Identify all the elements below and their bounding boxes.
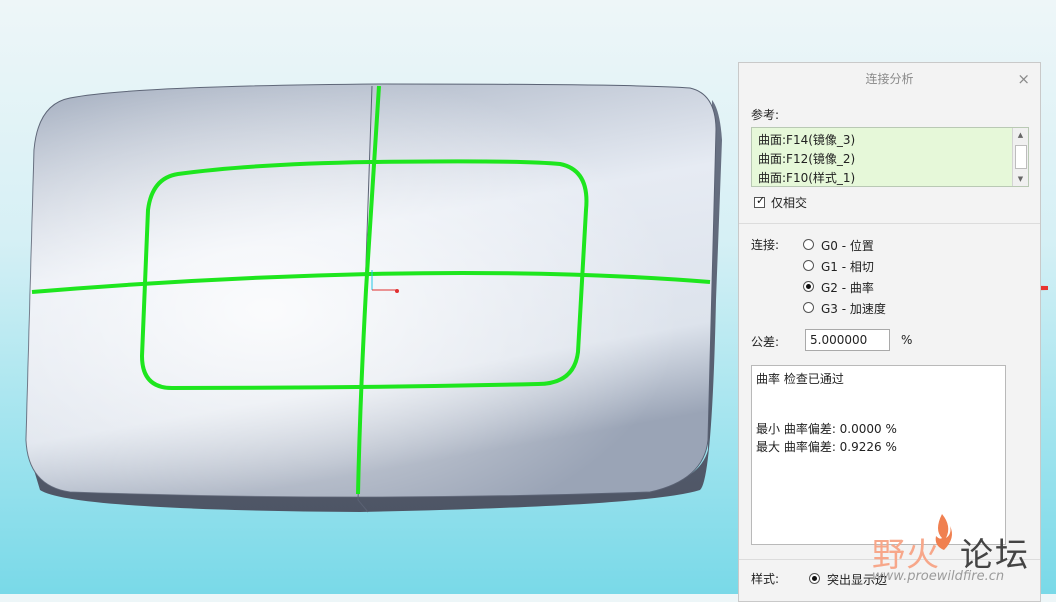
radio-selected-dot — [812, 576, 817, 581]
references-label: 参考: — [751, 108, 780, 122]
radio-g3-label[interactable]: G3 - 加速度 — [821, 300, 886, 317]
radio-g0-label[interactable]: G0 - 位置 — [821, 237, 874, 254]
watermark-url: www.proewildfire.cn — [872, 569, 1005, 584]
tolerance-input[interactable] — [805, 329, 890, 351]
connection-analysis-dialog: 连接分析 × 参考: 曲面:F14(镜像_3) 曲面:F12(镜像_2) 曲面:… — [738, 62, 1041, 602]
scroll-down-icon[interactable]: ▼ — [1013, 172, 1028, 186]
reference-item[interactable]: 曲面:F14(镜像_3) — [758, 131, 855, 148]
tolerance-label: 公差: — [751, 335, 780, 349]
radio-g2[interactable] — [803, 281, 814, 292]
radio-g1-label[interactable]: G1 - 相切 — [821, 258, 874, 275]
references-list[interactable]: 曲面:F14(镜像_3) 曲面:F12(镜像_2) 曲面:F10(样式_1) ▲… — [751, 127, 1029, 187]
intersect-only-checkbox[interactable]: ✓ — [754, 194, 766, 208]
radio-g1[interactable] — [803, 260, 814, 271]
check-icon: ✓ — [756, 194, 766, 207]
result-max: 最大 曲率偏差: 0.9226 % — [756, 440, 897, 454]
radio-g0[interactable] — [803, 239, 814, 250]
result-status: 曲率 检查已通过 — [756, 372, 844, 386]
flame-icon — [935, 514, 952, 550]
radio-selected-dot — [806, 284, 811, 289]
style-label: 样式: — [751, 572, 780, 586]
tolerance-unit: % — [901, 333, 913, 347]
radio-style-highlight[interactable] — [809, 573, 820, 584]
reference-item[interactable]: 曲面:F12(镜像_2) — [758, 150, 855, 167]
result-min: 最小 曲率偏差: 0.0000 % — [756, 422, 897, 436]
connection-label: 连接: — [751, 238, 780, 252]
result-panel: 曲率 检查已通过 最小 曲率偏差: 0.0000 % 最大 曲率偏差: 0.92… — [751, 365, 1006, 545]
divider — [739, 223, 1040, 224]
scroll-up-icon[interactable]: ▲ — [1013, 128, 1028, 142]
dialog-title: 连接分析 — [865, 72, 914, 86]
radio-g3[interactable] — [803, 302, 814, 313]
intersect-only-label: 仅相交 — [771, 196, 808, 210]
radio-g2-label[interactable]: G2 - 曲率 — [821, 279, 874, 296]
close-icon[interactable]: × — [1017, 63, 1030, 95]
scroll-thumb[interactable] — [1015, 145, 1027, 169]
reference-item[interactable]: 曲面:F10(样式_1) — [758, 169, 855, 186]
references-scrollbar[interactable]: ▲ ▼ — [1012, 128, 1028, 186]
